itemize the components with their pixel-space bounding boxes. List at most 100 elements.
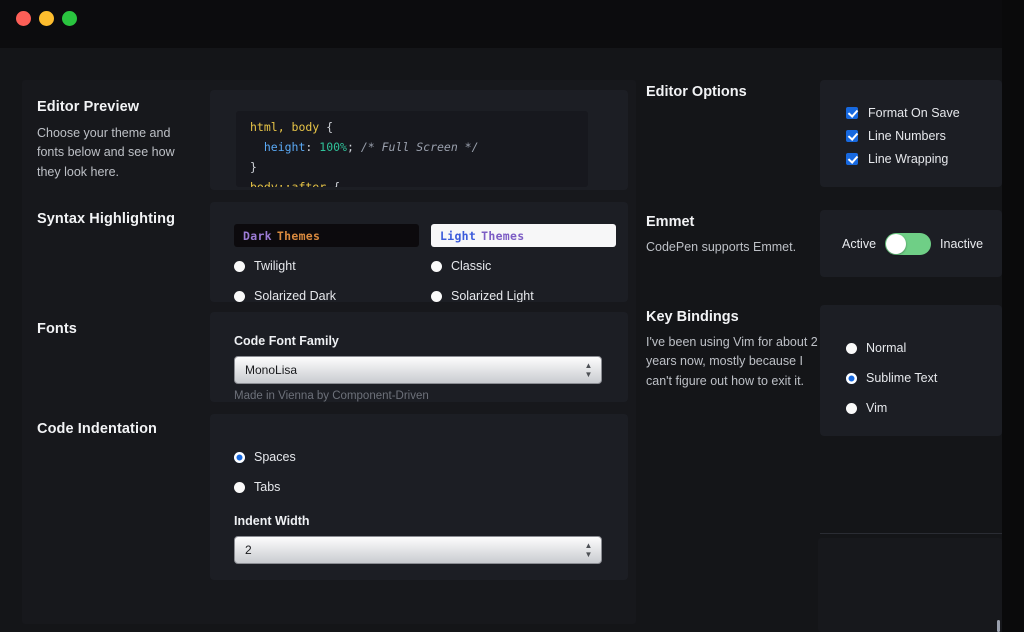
code-line: html, body { xyxy=(250,117,588,137)
code-token: /* Full Screen */ xyxy=(360,140,479,154)
light-theme-option-1[interactable]: Solarized Light xyxy=(431,285,616,302)
radio-label: Sublime Text xyxy=(866,371,938,385)
radio-icon[interactable] xyxy=(234,481,245,493)
indent-type-option-1[interactable]: Tabs xyxy=(234,476,616,498)
key-binding-option-1[interactable]: Sublime Text xyxy=(846,367,1002,389)
indent-width-select[interactable]: 2 ▲ ▼ xyxy=(234,536,602,564)
code-token: } xyxy=(250,160,257,174)
key-bindings-panel: Normal Sublime Text Vim xyxy=(820,305,1002,436)
code-font-family-value: MonoLisa xyxy=(245,363,298,377)
emmet-toggle-group: Active Inactive xyxy=(842,232,984,255)
editor-option-2[interactable]: Line Wrapping xyxy=(846,148,1002,170)
section-key-bindings: Key Bindings I've been using Vim for abo… xyxy=(646,305,1002,455)
section-fonts: Fonts Code Font Family MonoLisa ▲ ▼ Made … xyxy=(22,302,636,402)
emmet-label: Emmet CodePen supports Emmet. xyxy=(646,210,820,305)
radio-label: Twilight xyxy=(254,259,296,273)
checkbox-icon[interactable] xyxy=(846,107,858,119)
radio-icon[interactable] xyxy=(431,260,442,272)
emmet-toggle[interactable] xyxy=(885,232,932,255)
minimize-button[interactable] xyxy=(39,11,54,26)
emmet-panel: Active Inactive xyxy=(820,210,1002,277)
code-line: body::after { xyxy=(250,177,588,187)
radio-icon[interactable] xyxy=(234,451,245,463)
radio-icon[interactable] xyxy=(234,260,245,272)
editor-options-checkbox-list: Format On Save Line Numbers Line Wrapping xyxy=(846,102,1002,170)
syntax-highlighting-label: Syntax Highlighting xyxy=(22,192,210,302)
code-preview: html, body { height: 100%; /* Full Scree… xyxy=(236,111,588,187)
fonts-panel: Code Font Family MonoLisa ▲ ▼ Made in Vie… xyxy=(210,312,628,402)
editor-preview-label: Editor Preview Choose your theme and fon… xyxy=(22,80,210,192)
chevron-updown-icon: ▲ ▼ xyxy=(584,541,593,559)
radio-label: Classic xyxy=(451,259,492,273)
radio-icon[interactable] xyxy=(846,402,857,414)
emmet-description: CodePen supports Emmet. xyxy=(646,240,797,254)
emmet-toggle-knob xyxy=(886,233,907,254)
key-bindings-label: Key Bindings I've been using Vim for abo… xyxy=(646,305,820,455)
window-controls xyxy=(16,11,77,26)
chevron-updown-icon: ▲ ▼ xyxy=(584,361,593,379)
close-button[interactable] xyxy=(16,11,31,26)
code-token: ; xyxy=(346,140,361,154)
indent-type-options: Spaces Tabs xyxy=(234,446,616,498)
radio-label: Solarized Light xyxy=(451,289,534,302)
fonts-label: Fonts xyxy=(22,302,210,402)
radio-icon[interactable] xyxy=(846,342,857,354)
radio-label: Tabs xyxy=(254,480,281,494)
code-token: 100% xyxy=(319,140,347,154)
dark-theme-option-1[interactable]: Solarized Dark xyxy=(234,285,419,302)
app-window: Editor Preview Choose your theme and fon… xyxy=(0,0,1002,632)
checkbox-icon[interactable] xyxy=(846,153,858,165)
checkbox-label: Line Wrapping xyxy=(868,152,949,166)
radio-label: Normal xyxy=(866,341,907,355)
emmet-toggle-active-label: Active xyxy=(842,236,877,251)
key-binding-option-2[interactable]: Vim xyxy=(846,397,1002,419)
editor-preview-description: Choose your theme and fonts below and se… xyxy=(37,126,175,179)
dark-theme-options: TwilightSolarized DarkTomorrow Night xyxy=(234,255,419,302)
radio-label: Spaces xyxy=(254,450,296,464)
right-rail-panel xyxy=(818,538,1002,632)
code-token: body::after xyxy=(250,180,334,187)
checkbox-label: Line Numbers xyxy=(868,129,946,143)
radio-icon[interactable] xyxy=(846,372,857,384)
radio-label: Vim xyxy=(866,401,888,415)
code-font-family-label: Code Font Family xyxy=(234,334,339,348)
light-themes-header: Light Themes xyxy=(431,224,616,247)
light-theme-option-0[interactable]: Classic xyxy=(431,255,616,277)
fonts-title: Fonts xyxy=(37,321,77,337)
editor-preview-panel: html, body { height: 100%; /* Full Scree… xyxy=(210,90,628,190)
code-token: { xyxy=(333,180,341,187)
editor-option-1[interactable]: Line Numbers xyxy=(846,125,1002,147)
code-font-family-select[interactable]: MonoLisa ▲ ▼ xyxy=(234,356,602,384)
code-font-family-note: Made in Vienna by Component-Driven xyxy=(234,390,429,402)
dark-theme-option-0[interactable]: Twilight xyxy=(234,255,419,277)
vertical-scrollbar[interactable] xyxy=(997,620,1000,632)
zoom-button[interactable] xyxy=(62,11,77,26)
code-indentation-panel: Spaces Tabs Indent Width 2 ▲ ▼ xyxy=(210,414,628,580)
indent-width-value: 2 xyxy=(245,543,252,557)
section-emmet: Emmet CodePen supports Emmet. Active Ina… xyxy=(646,210,1002,305)
radio-icon[interactable] xyxy=(431,290,442,302)
editor-options-label: Editor Options xyxy=(646,80,820,210)
key-bindings-options: Normal Sublime Text Vim xyxy=(846,337,1002,419)
emmet-toggle-inactive-label: Inactive xyxy=(940,236,984,251)
light-themes-word-a: Light xyxy=(440,228,477,243)
indent-type-option-0[interactable]: Spaces xyxy=(234,446,616,468)
key-bindings-title: Key Bindings xyxy=(646,309,739,325)
light-theme-options: ClassicSolarized LightXQ Light xyxy=(431,255,616,302)
editor-option-0[interactable]: Format On Save xyxy=(846,102,1002,124)
code-token: html, body xyxy=(250,120,327,134)
code-indentation-title: Code Indentation xyxy=(37,421,158,437)
syntax-highlighting-panel: Dark Themes TwilightSolarized DarkTomorr… xyxy=(210,202,628,302)
key-binding-option-0[interactable]: Normal xyxy=(846,337,1002,359)
section-code-indentation: Code Indentation Spaces Tabs Indent Width… xyxy=(22,402,636,624)
section-divider xyxy=(820,533,1002,534)
radio-icon[interactable] xyxy=(234,290,245,302)
syntax-highlighting-title: Syntax Highlighting xyxy=(37,211,176,227)
section-editor-preview: Editor Preview Choose your theme and fon… xyxy=(22,80,636,192)
indent-width-label: Indent Width xyxy=(234,514,310,528)
dark-themes-header: Dark Themes xyxy=(234,224,419,247)
checkbox-icon[interactable] xyxy=(846,130,858,142)
page-title: Editor Preview xyxy=(37,99,140,115)
dark-themes-word-a: Dark xyxy=(243,228,272,243)
